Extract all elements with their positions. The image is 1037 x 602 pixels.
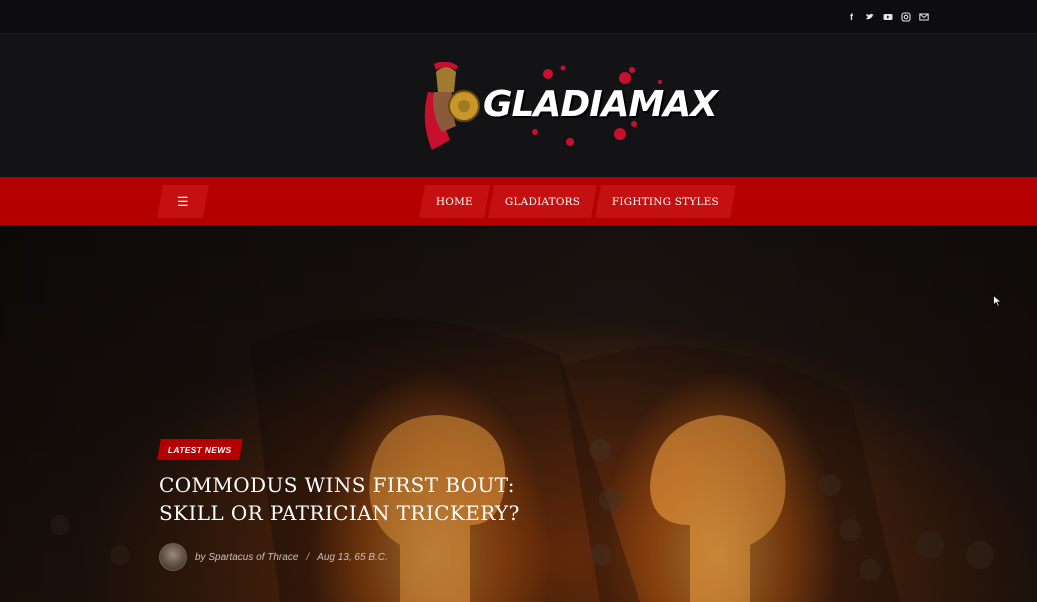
logo-wordmark: GLADIAMAX: [483, 84, 718, 125]
category-label: LATEST NEWS: [168, 444, 232, 455]
post-date: Aug 13, 65 B.C.: [317, 551, 388, 563]
twitter-icon[interactable]: [864, 11, 875, 22]
mail-icon[interactable]: [918, 11, 929, 22]
youtube-icon[interactable]: [882, 11, 893, 22]
nav-item-gladiators[interactable]: GLADIATORS: [488, 185, 598, 218]
site-logo[interactable]: GLADIAMAX: [420, 62, 718, 152]
mouse-cursor-icon: [993, 295, 1002, 307]
nav-item-label: FIGHTING STYLES: [612, 195, 720, 208]
post-title-line: SKILL OR PATRICIAN TRICKERY?: [159, 501, 520, 525]
category-badge[interactable]: LATEST NEWS: [157, 439, 243, 460]
hero-overlay: [0, 225, 1037, 602]
post-meta: by Spartacus of Thrace / Aug 13, 65 B.C.: [159, 543, 388, 571]
post-title[interactable]: COMMODUS WINS FIRST BOUT: SKILL OR PATRI…: [159, 471, 559, 527]
author-name[interactable]: by Spartacus of Thrace: [195, 552, 298, 563]
nav-item-label: GLADIATORS: [504, 195, 581, 208]
facebook-icon[interactable]: f: [846, 11, 857, 22]
nav-item-home[interactable]: HOME: [419, 185, 490, 218]
social-links: f: [846, 11, 929, 22]
nav-item-fighting-styles[interactable]: FIGHTING STYLES: [595, 185, 737, 218]
meta-separator: /: [306, 551, 310, 563]
post-title-line: COMMODUS WINS FIRST BOUT:: [159, 473, 515, 497]
featured-post-hero[interactable]: LATEST NEWS COMMODUS WINS FIRST BOUT: SK…: [0, 225, 1037, 602]
nav-menu: HOME GLADIATORS FIGHTING STYLES: [419, 185, 737, 218]
instagram-icon[interactable]: [900, 11, 911, 22]
author-avatar[interactable]: [159, 543, 187, 571]
nav-item-label: HOME: [436, 195, 473, 208]
top-bar: f: [0, 0, 1037, 34]
menu-toggle-button[interactable]: ☰: [157, 185, 209, 218]
site-header: GLADIAMAX: [0, 34, 1037, 177]
main-navigation: ☰ HOME GLADIATORS FIGHTING STYLES: [0, 177, 1037, 225]
hamburger-icon: ☰: [177, 193, 189, 209]
